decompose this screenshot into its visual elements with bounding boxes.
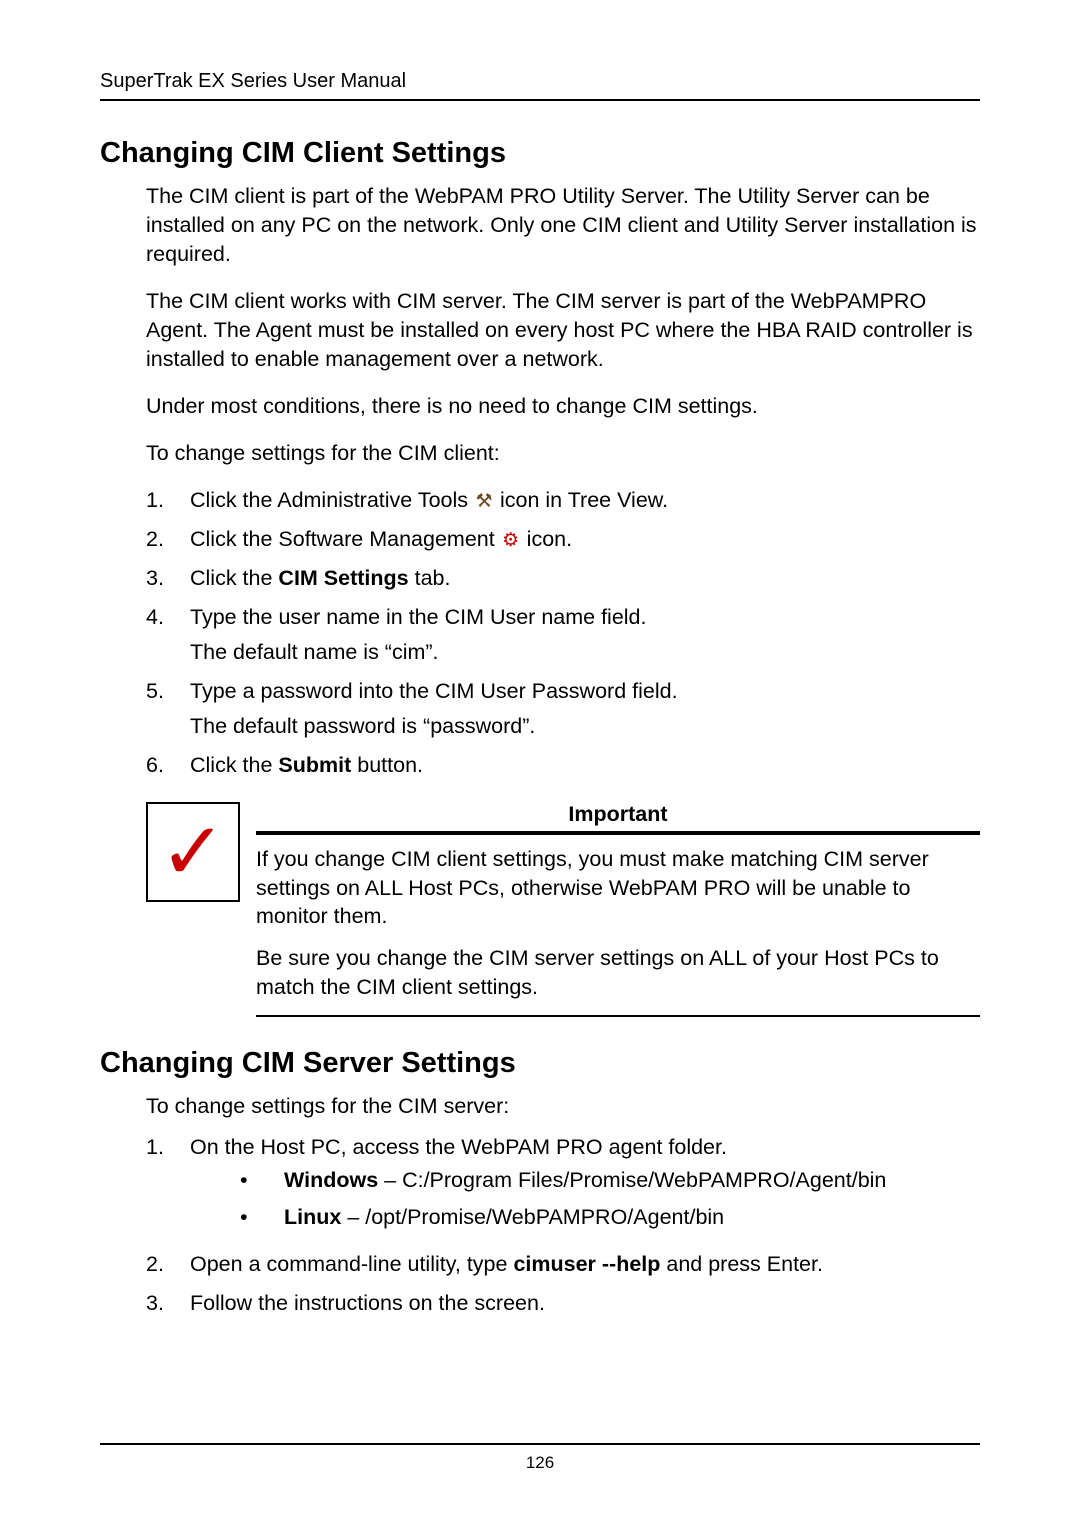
paragraph: Under most conditions, there is no need … (146, 392, 980, 421)
text: Type the user name in the CIM User name … (190, 605, 647, 629)
list-text: Type a password into the CIM User Passwo… (190, 677, 980, 741)
paragraph: The CIM client works with CIM server. Th… (146, 287, 980, 374)
page-number: 126 (526, 1453, 554, 1472)
list-text: Follow the instructions on the screen. (190, 1289, 980, 1318)
ordered-list-server: 1. On the Host PC, access the WebPAM PRO… (146, 1133, 980, 1318)
list-text: On the Host PC, access the WebPAM PRO ag… (190, 1133, 980, 1240)
note-icon-cell: ✓ (146, 802, 256, 1017)
text: tab. (409, 566, 451, 590)
text: – /opt/Promise/WebPAMPRO/Agent/bin (341, 1205, 724, 1229)
text: Open a command-line utility, type (190, 1252, 513, 1276)
text: icon in Tree View. (494, 488, 668, 512)
bold-text: Submit (278, 753, 351, 777)
text: Click the (190, 753, 278, 777)
text: Click the (190, 566, 278, 590)
bullet-marker: • (190, 1166, 278, 1195)
text: – C:/Program Files/Promise/WebPAMPRO/Age… (378, 1168, 886, 1192)
list-text: Click the CIM Settings tab. (190, 564, 980, 593)
section-body-client: The CIM client is part of the WebPAM PRO… (146, 182, 980, 780)
text: button. (351, 753, 423, 777)
note-paragraph: If you change CIM client settings, you m… (256, 845, 980, 930)
list-item: 3. Click the CIM Settings tab. (146, 564, 980, 593)
text: On the Host PC, access the WebPAM PRO ag… (190, 1135, 727, 1159)
note-icon-box: ✓ (146, 802, 240, 902)
page-footer: 126 (100, 1443, 980, 1473)
note-paragraph: Be sure you change the CIM server settin… (256, 944, 980, 1001)
list-subtext: The default password is “password”. (190, 712, 980, 741)
paragraph: The CIM client is part of the WebPAM PRO… (146, 182, 980, 269)
list-text: Click the Software Management ⚙ icon. (190, 525, 980, 554)
note-content: Important If you change CIM client setti… (256, 802, 980, 1017)
list-number: 2. (146, 525, 190, 554)
list-item: 1. Click the Administrative Tools ⚒ icon… (146, 486, 980, 515)
list-number: 4. (146, 603, 190, 667)
bullet-item: • Windows – C:/Program Files/Promise/Web… (190, 1166, 980, 1195)
text: Click the Software Management (190, 527, 501, 551)
list-subtext: The default name is “cim”. (190, 638, 980, 667)
text: Type a password into the CIM User Passwo… (190, 679, 678, 703)
section-body-server: To change settings for the CIM server: 1… (146, 1092, 980, 1318)
bullet-text: Linux – /opt/Promise/WebPAMPRO/Agent/bin (278, 1203, 980, 1232)
list-number: 3. (146, 1289, 190, 1318)
bold-text: Windows (284, 1168, 378, 1192)
page: SuperTrak EX Series User Manual Changing… (0, 0, 1080, 1529)
list-text: Click the Submit button. (190, 751, 980, 780)
list-number: 1. (146, 486, 190, 515)
bold-text: cimuser --help (513, 1252, 660, 1276)
list-number: 3. (146, 564, 190, 593)
bold-text: CIM Settings (278, 566, 408, 590)
paragraph: To change settings for the CIM server: (146, 1092, 980, 1121)
ordered-list-client: 1. Click the Administrative Tools ⚒ icon… (146, 486, 980, 780)
divider (256, 1015, 980, 1017)
list-text: Type the user name in the CIM User name … (190, 603, 980, 667)
text: Click the Administrative Tools (190, 488, 474, 512)
list-item: 1. On the Host PC, access the WebPAM PRO… (146, 1133, 980, 1240)
list-item: 2. Open a command-line utility, type cim… (146, 1250, 980, 1279)
list-number: 5. (146, 677, 190, 741)
bold-text: Linux (284, 1205, 341, 1229)
running-header: SuperTrak EX Series User Manual (100, 70, 980, 101)
important-note: ✓ Important If you change CIM client set… (146, 802, 980, 1017)
admin-tools-icon: ⚒ (474, 492, 494, 511)
list-item: 5. Type a password into the CIM User Pas… (146, 677, 980, 741)
note-title: Important (256, 802, 980, 827)
bullet-item: • Linux – /opt/Promise/WebPAMPRO/Agent/b… (190, 1203, 980, 1232)
list-item: 2. Click the Software Management ⚙ icon. (146, 525, 980, 554)
bullet-marker: • (190, 1203, 278, 1232)
text: and press Enter. (660, 1252, 823, 1276)
heading-cim-server: Changing CIM Server Settings (100, 1047, 980, 1080)
paragraph: To change settings for the CIM client: (146, 439, 980, 468)
list-item: 4. Type the user name in the CIM User na… (146, 603, 980, 667)
list-number: 1. (146, 1133, 190, 1240)
list-item: 3. Follow the instructions on the screen… (146, 1289, 980, 1318)
list-text: Open a command-line utility, type cimuse… (190, 1250, 980, 1279)
list-text: Click the Administrative Tools ⚒ icon in… (190, 486, 980, 515)
divider (256, 831, 980, 835)
text: icon. (521, 527, 572, 551)
list-number: 6. (146, 751, 190, 780)
list-number: 2. (146, 1250, 190, 1279)
list-item: 6. Click the Submit button. (146, 751, 980, 780)
heading-cim-client: Changing CIM Client Settings (100, 137, 980, 170)
bullet-text: Windows – C:/Program Files/Promise/WebPA… (278, 1166, 980, 1195)
bullet-list: • Windows – C:/Program Files/Promise/Web… (190, 1166, 980, 1232)
checkmark-icon: ✓ (159, 824, 226, 880)
software-management-icon: ⚙ (501, 531, 521, 550)
